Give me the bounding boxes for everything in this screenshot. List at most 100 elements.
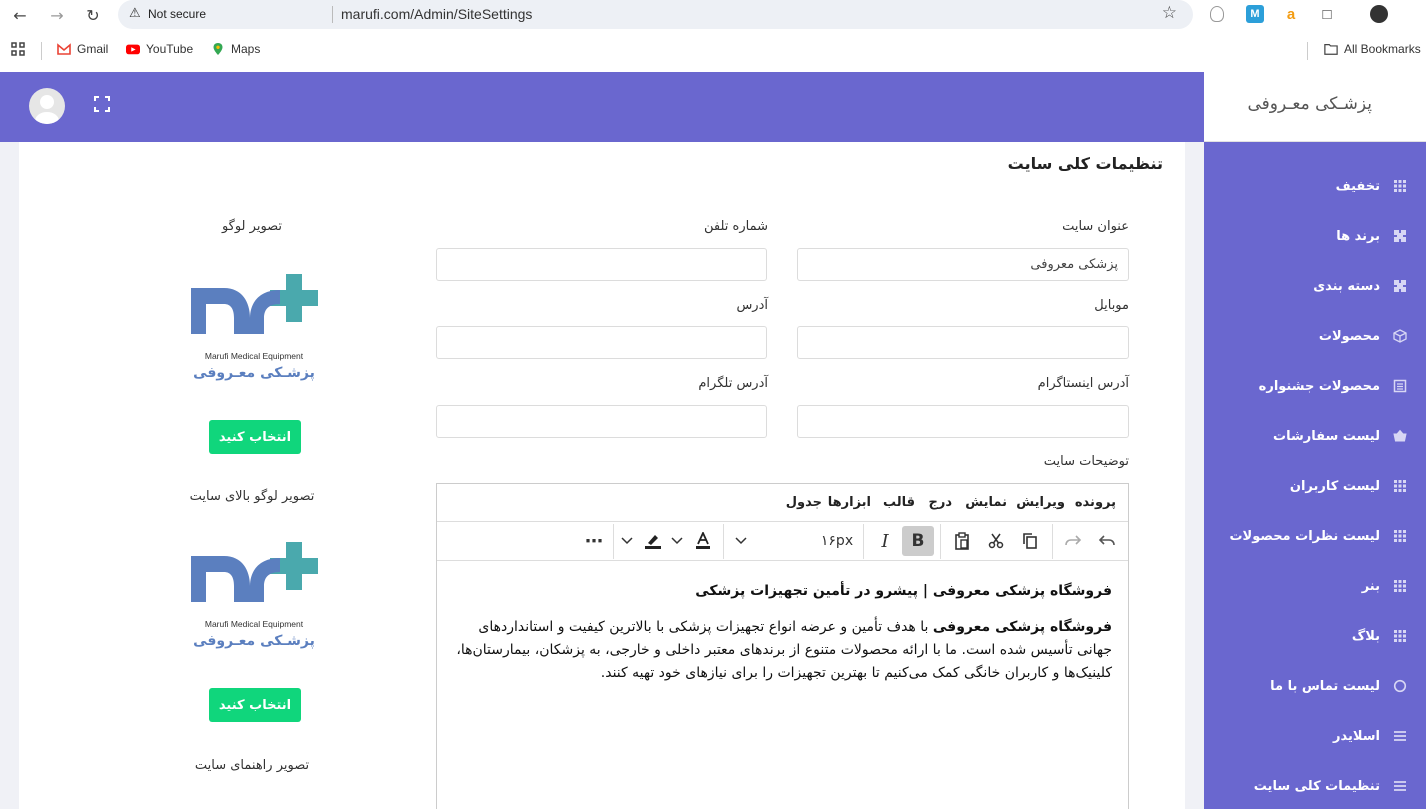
- brand-title: پزشـکی معـروفی: [1247, 94, 1372, 114]
- back-icon[interactable]: ←: [9, 4, 31, 26]
- bookmark-label: Maps: [231, 42, 261, 56]
- a-extension-icon[interactable]: a: [1282, 5, 1300, 23]
- sidebar-item-label: لیست سفارشات: [1273, 428, 1380, 444]
- address-input[interactable]: [436, 326, 767, 359]
- sidebar-item-site-settings[interactable]: تنظیمات کلی سایت: [1204, 773, 1426, 799]
- circle-icon: [1393, 679, 1407, 693]
- more-icon[interactable]: ⋯: [581, 526, 607, 556]
- sidebar-item-orders[interactable]: لیست سفارشات: [1204, 423, 1426, 449]
- sidebar-item-discount[interactable]: تخفیف: [1204, 173, 1426, 199]
- sidebar-brand[interactable]: پزشـکی معـروفی: [1204, 72, 1426, 142]
- m-extension-icon[interactable]: M: [1246, 5, 1264, 23]
- paste-icon[interactable]: [949, 526, 975, 556]
- cut-icon[interactable]: [983, 526, 1009, 556]
- sidebar-item-categories[interactable]: دسته بندی: [1204, 273, 1426, 299]
- sidebar-item-blog[interactable]: بلاگ: [1204, 623, 1426, 649]
- grid-icon: [1394, 530, 1406, 542]
- copy-icon[interactable]: [1017, 526, 1043, 556]
- sidebar-item-slider[interactable]: اسلایدر: [1204, 723, 1426, 749]
- bookmark-youtube[interactable]: YouTube: [126, 42, 193, 56]
- redo-icon[interactable]: [1062, 526, 1084, 556]
- sidebar-item-brands[interactable]: برند ها: [1204, 223, 1426, 249]
- shield-extension-icon[interactable]: [1210, 6, 1224, 22]
- choose-logo-button[interactable]: انتخاب کنید: [209, 420, 301, 454]
- editor-content[interactable]: فروشگاه پزشکی معروفی | پیشرو در تأمین تج…: [452, 580, 1112, 685]
- logo-caption-en: Marufi Medical Equipment: [205, 619, 304, 629]
- sidebar-item-label: لیست کاربران: [1289, 478, 1380, 494]
- logo-caption-fa: پزشـکی معـروفی: [193, 365, 315, 381]
- choose-header-logo-button[interactable]: انتخاب کنید: [209, 688, 301, 722]
- fullscreen-icon[interactable]: [94, 96, 110, 112]
- italic-button[interactable]: I: [874, 526, 896, 556]
- menu-table[interactable]: جدول: [786, 495, 822, 510]
- sidebar-item-label: لیست تماس با ما: [1270, 678, 1380, 694]
- text-color-icon[interactable]: [690, 526, 716, 556]
- undo-icon[interactable]: [1096, 526, 1118, 556]
- instagram-input[interactable]: [797, 405, 1129, 438]
- sidebar-item-products[interactable]: محصولات: [1204, 323, 1426, 349]
- browser-chrome: ← → ↻ ⚠ Not secure marufi.com/Admin/Site…: [0, 0, 1426, 72]
- menu-tools[interactable]: ابزارها: [828, 495, 871, 510]
- omnibox-divider: [332, 6, 333, 23]
- sidebar-item-banner[interactable]: بنر: [1204, 573, 1426, 599]
- grid-icon: [1394, 180, 1406, 192]
- description-label: توضیحات سایت: [1043, 454, 1129, 469]
- forward-icon[interactable]: →: [46, 4, 68, 26]
- menu-edit[interactable]: ویرایش: [1016, 495, 1065, 510]
- sidebar-item-label: برند ها: [1336, 228, 1380, 244]
- telegram-label: آدرس تلگرام: [698, 376, 768, 391]
- toolbar-divider: [940, 524, 941, 559]
- menu-icon: [1394, 781, 1406, 791]
- chevron-down-icon[interactable]: [731, 526, 751, 556]
- mobile-input[interactable]: [797, 326, 1129, 359]
- bookmark-divider: [41, 42, 42, 60]
- toolbar-divider: [1052, 524, 1053, 559]
- reload-icon[interactable]: ↻: [82, 4, 104, 26]
- chevron-down-icon[interactable]: [619, 526, 635, 556]
- warning-icon: ⚠: [129, 6, 141, 21]
- sidebar-item-contact-list[interactable]: لیست تماس با ما: [1204, 673, 1426, 699]
- chevron-down-icon[interactable]: [669, 526, 685, 556]
- font-size-select[interactable]: ۱۶px: [817, 526, 857, 556]
- menu-file[interactable]: پرونده: [1075, 495, 1116, 510]
- url-text[interactable]: marufi.com/Admin/SiteSettings: [341, 6, 532, 22]
- basket-icon: [1393, 429, 1407, 442]
- header-logo-label: تصویر لوگو بالای سایت: [189, 489, 315, 504]
- folder-icon: [1324, 44, 1338, 55]
- bookmark-maps[interactable]: Maps: [211, 42, 260, 56]
- highlight-color-icon[interactable]: [640, 526, 666, 556]
- user-avatar[interactable]: [29, 88, 65, 124]
- apps-grid-icon[interactable]: [11, 42, 25, 56]
- sidebar-item-festival-products[interactable]: محصولات جشنواره: [1204, 373, 1426, 399]
- puzzle-icon: [1394, 280, 1406, 292]
- sidebar-item-users[interactable]: لیست کاربران: [1204, 473, 1426, 499]
- bookmark-gmail[interactable]: Gmail: [57, 42, 108, 56]
- address-label: آدرس: [736, 298, 768, 313]
- menu-format[interactable]: قالب: [883, 495, 915, 510]
- bookmark-label: YouTube: [146, 42, 194, 56]
- all-bookmarks-label: All Bookmarks: [1344, 42, 1421, 56]
- profile-avatar-icon[interactable]: [1370, 5, 1388, 23]
- sidebar-item-label: تخفیف: [1335, 178, 1380, 194]
- site-title-input[interactable]: پزشکی معروفی: [797, 248, 1129, 281]
- phone-input[interactable]: [436, 248, 767, 281]
- security-label[interactable]: Not secure: [148, 7, 206, 21]
- description-editor[interactable]: پرونده ویرایش نمایش درج قالب ابزارها جدو…: [436, 483, 1129, 809]
- menu-view[interactable]: نمایش: [965, 495, 1007, 510]
- bookmark-star-icon[interactable]: ☆: [1162, 3, 1177, 23]
- address-bar[interactable]: ⚠ Not secure marufi.com/Admin/SiteSettin…: [118, 0, 1193, 29]
- bookmark-divider: [1307, 42, 1308, 60]
- all-bookmarks[interactable]: All Bookmarks: [1324, 42, 1421, 56]
- sidebar-item-label: لیست نظرات محصولات: [1229, 528, 1380, 544]
- grid-icon: [1394, 580, 1406, 592]
- menu-insert[interactable]: درج: [928, 495, 952, 510]
- phone-label: شماره تلفن: [704, 219, 768, 234]
- extensions-puzzle-icon[interactable]: □: [1318, 5, 1336, 23]
- sidebar-item-label: اسلایدر: [1333, 728, 1380, 744]
- mobile-label: موبایل: [1094, 298, 1129, 313]
- telegram-input[interactable]: [436, 405, 767, 438]
- browser-toolbar: ← → ↻ ⚠ Not secure marufi.com/Admin/Site…: [0, 0, 1426, 30]
- sidebar-item-product-reviews[interactable]: لیست نظرات محصولات: [1204, 523, 1426, 549]
- bold-button[interactable]: B: [902, 526, 934, 556]
- content-heading: فروشگاه پزشکی معروفی | پیشرو در تأمین تج…: [695, 583, 1112, 599]
